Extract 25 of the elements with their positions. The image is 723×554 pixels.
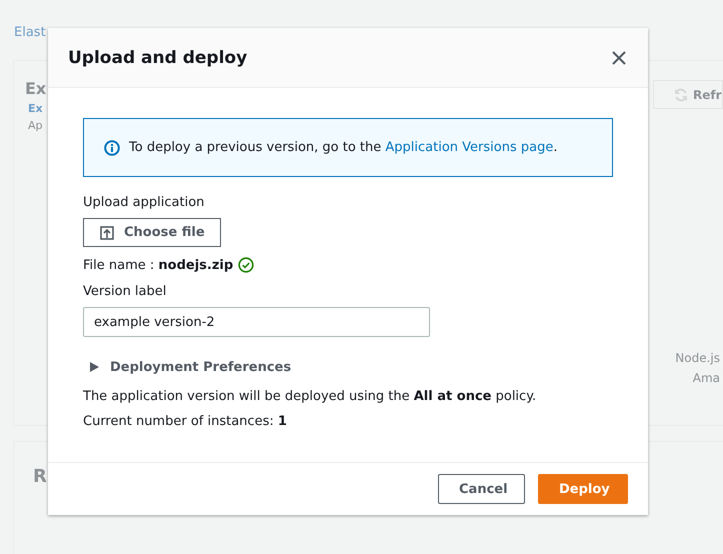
field-label: Version label	[83, 283, 168, 301]
deploy-button[interactable]: Deploy	[538, 474, 628, 504]
application-versions-link[interactable]: Application Versions page	[385, 140, 554, 155]
refresh-button[interactable]: Refr	[653, 80, 723, 109]
version-label-input[interactable]: example version-2	[83, 307, 430, 337]
refresh-icon	[674, 88, 688, 102]
caret-icon	[90, 362, 99, 372]
file-name-text: File name : nodejs.zip	[83, 258, 234, 272]
choose-file-button[interactable]: Choose file	[83, 218, 221, 247]
dialog-title: Upload and deploy	[68, 48, 248, 68]
info-message: To deploy a previous version, go to the Application Versions page.	[129, 140, 558, 155]
field-label: Upload application	[83, 194, 206, 212]
instances-text: Current number of instances: 1	[83, 413, 288, 431]
environment-link[interactable]: Ex	[28, 102, 46, 115]
upload-icon	[100, 226, 114, 240]
section-heading: R	[32, 465, 48, 487]
deployment-preferences-toggle[interactable]: Deployment Preferences	[83, 357, 613, 377]
policy-text: The application version will be deployed using the All at once policy.	[83, 388, 538, 406]
close-icon[interactable]	[612, 50, 626, 64]
info-icon	[104, 140, 120, 156]
platform-text: Node.js	[675, 350, 720, 367]
page-heading: Ex	[25, 79, 46, 98]
app-text: Ap	[28, 119, 44, 132]
cancel-button[interactable]: Cancel	[438, 474, 525, 504]
platform-text: Ama	[692, 370, 720, 387]
